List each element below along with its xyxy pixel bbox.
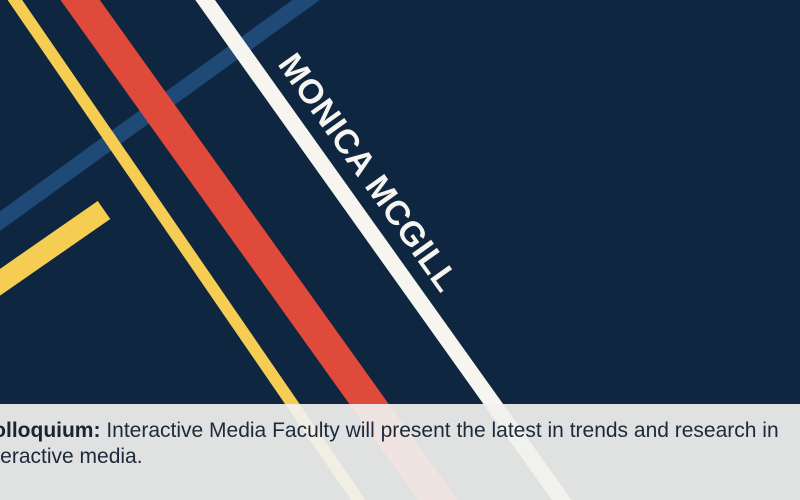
caption-lead: Colloquium: — [0, 419, 101, 442]
caption-body: Interactive Media Faculty will present t… — [0, 419, 779, 468]
caption-bar: Colloquium: Interactive Media Faculty wi… — [0, 404, 800, 500]
caption-text: Colloquium: Interactive Media Faculty wi… — [0, 418, 800, 470]
promo-banner: MONICA MCGILL Colloquium: Interactive Me… — [0, 0, 800, 500]
